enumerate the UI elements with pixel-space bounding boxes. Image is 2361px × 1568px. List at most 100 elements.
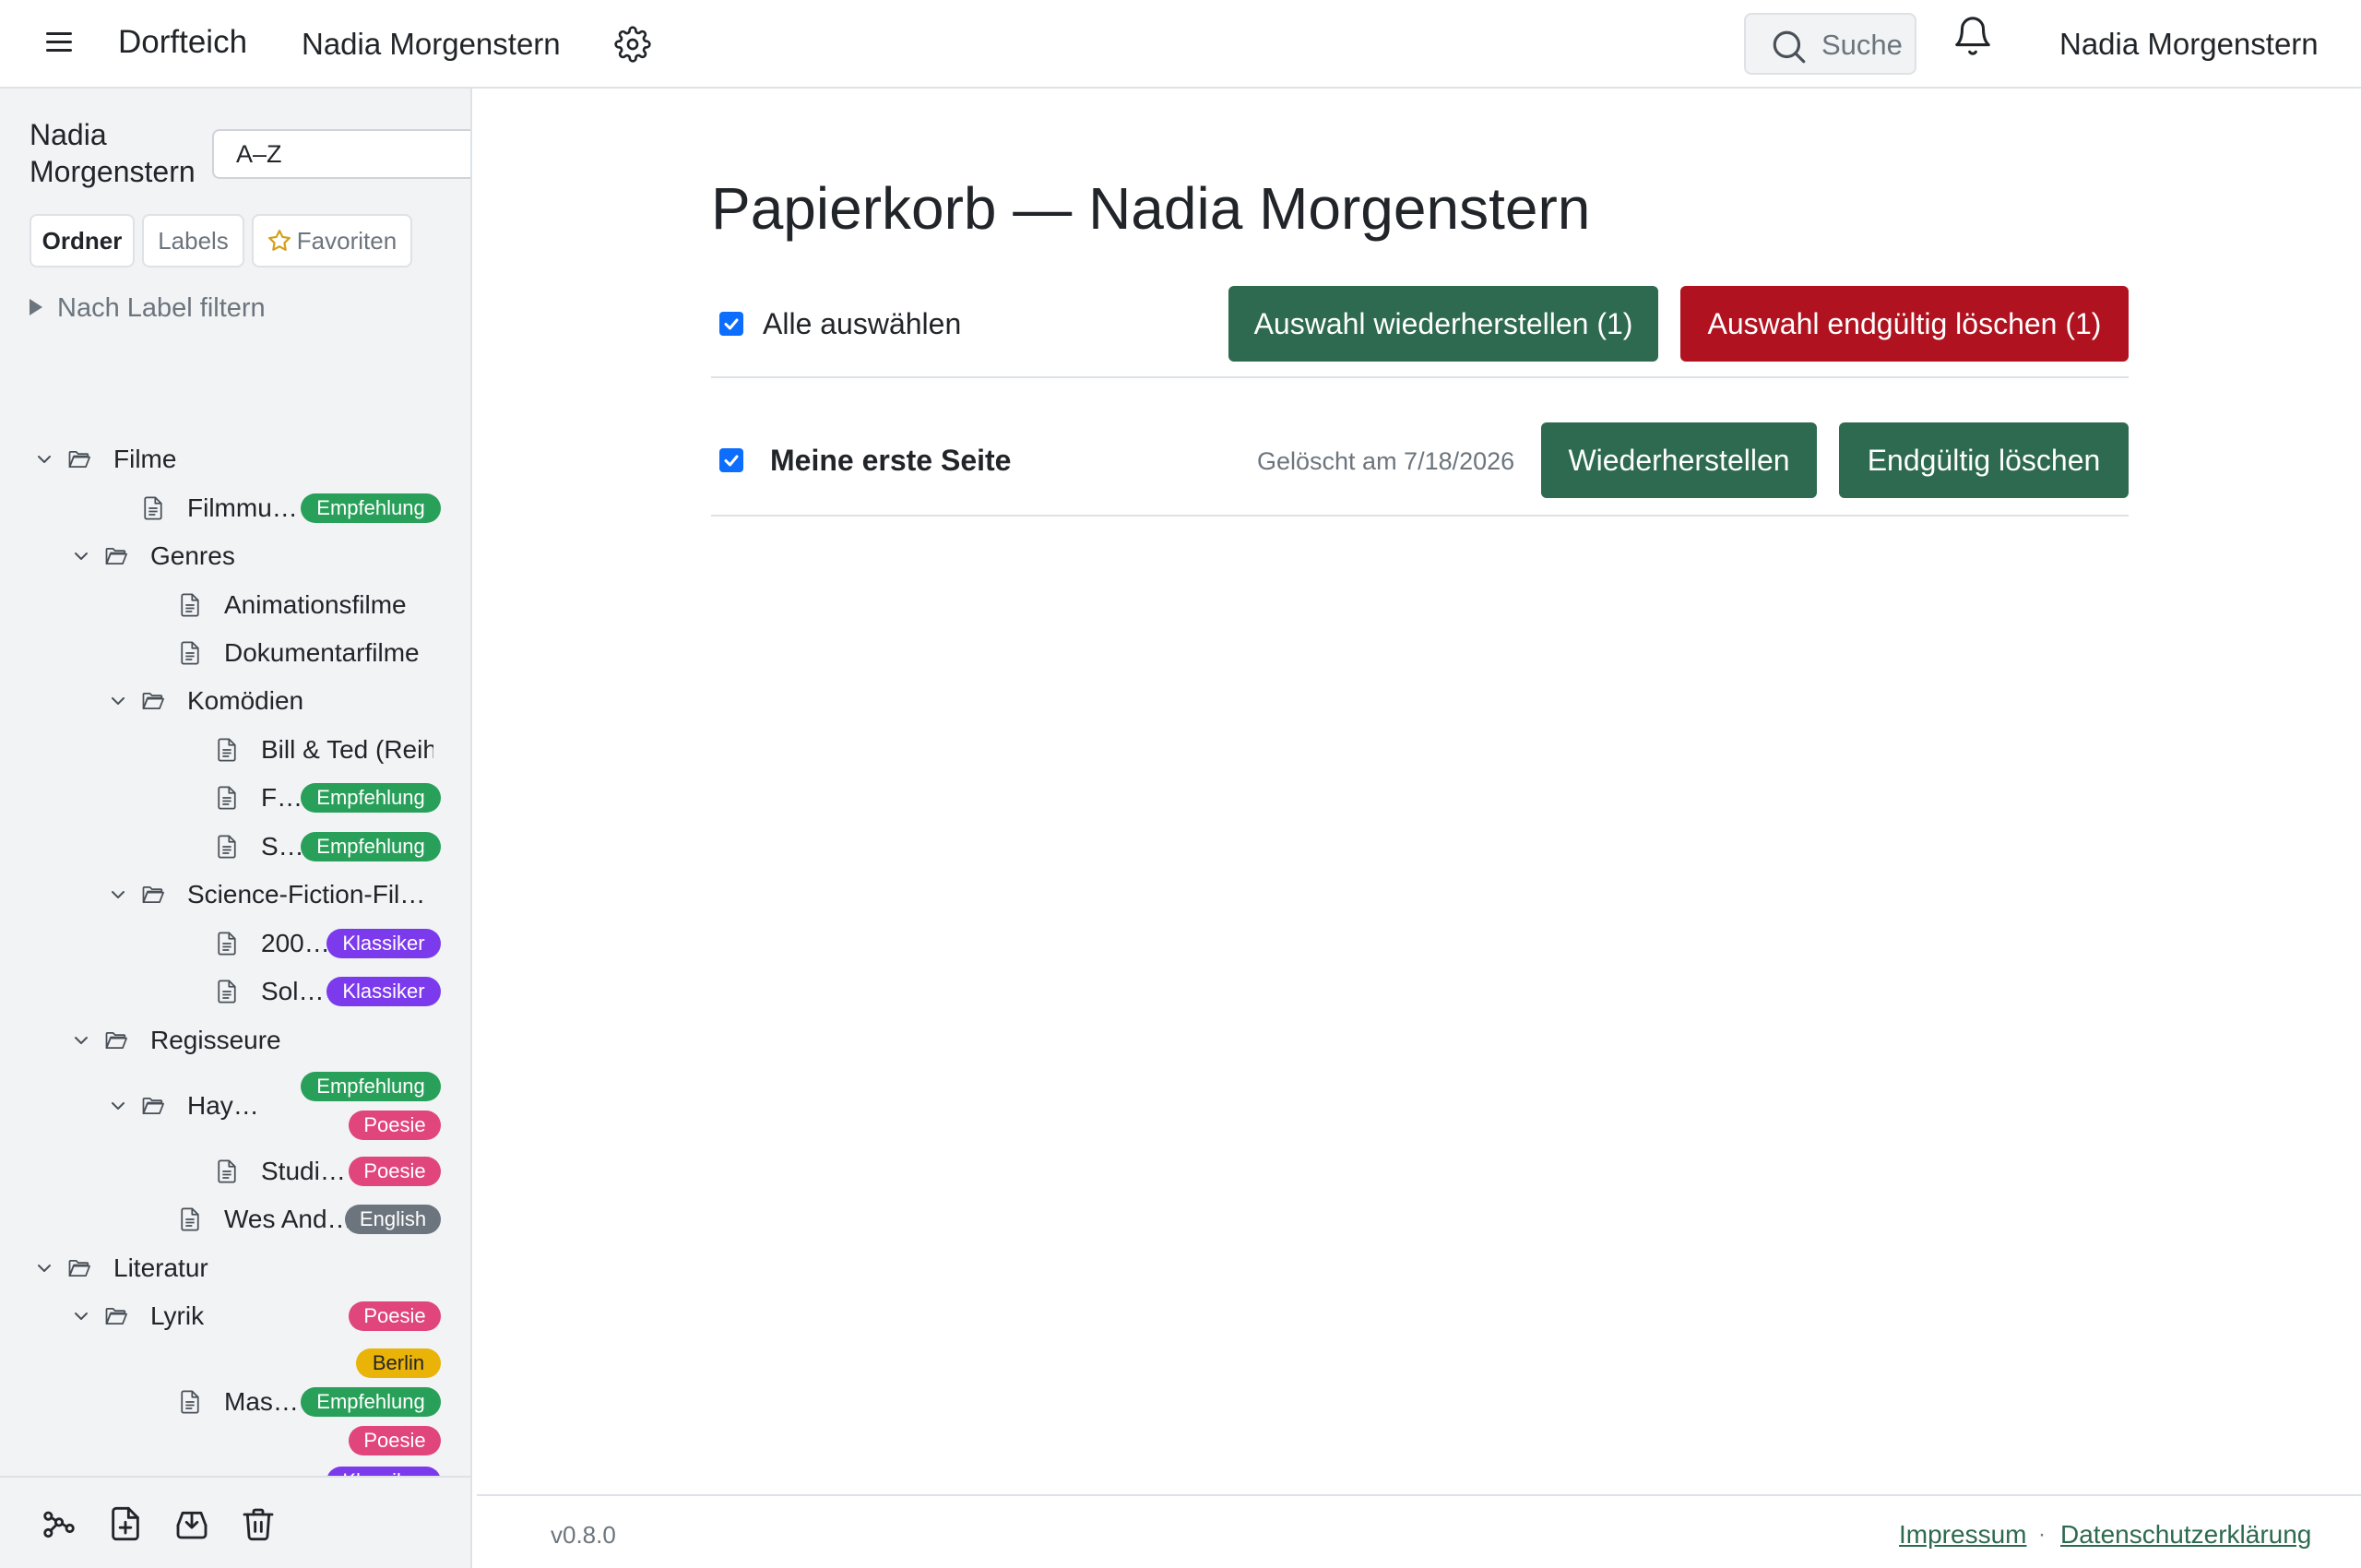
user-menu[interactable]: Nadia Morgenstern bbox=[2059, 24, 2319, 65]
imprint-link[interactable]: Impressum bbox=[1899, 1518, 2026, 1551]
page-icon bbox=[177, 592, 203, 618]
tree-folder[interactable]: Literatur bbox=[0, 1250, 461, 1287]
page-footer: v0.8.0 Impressum · Datenschutzerklärung bbox=[477, 1494, 2361, 1568]
tree-folder[interactable]: Genres bbox=[0, 538, 461, 575]
label-filter-toggle[interactable]: Nach Label filtern bbox=[30, 290, 266, 327]
tree-item-label: F… bbox=[261, 783, 303, 812]
select-all-checkbox[interactable] bbox=[719, 312, 743, 336]
space-name-link[interactable]: Nadia Morgenstern bbox=[302, 24, 561, 65]
page-icon bbox=[214, 1158, 240, 1184]
tab-ordner[interactable]: Ordner bbox=[30, 214, 135, 267]
graph-icon[interactable] bbox=[41, 1505, 77, 1542]
chevron-down-icon[interactable] bbox=[70, 1029, 92, 1051]
tree-folder[interactable]: Komödien bbox=[0, 683, 461, 719]
tree-item-label: Mas… bbox=[224, 1387, 299, 1416]
label-badge: English bbox=[345, 1205, 441, 1234]
folder-icon bbox=[140, 882, 166, 908]
tree-item-label: Hay… bbox=[187, 1091, 259, 1120]
folder-icon bbox=[66, 1255, 92, 1281]
sidebar: Nadia Morgenstern Ordner Labels Favorite… bbox=[0, 89, 472, 1568]
chevron-down-icon[interactable] bbox=[33, 448, 55, 470]
item-checkbox[interactable] bbox=[719, 448, 743, 472]
tree-folder[interactable]: Regisseure bbox=[0, 1022, 461, 1059]
tree-item-label: 200… bbox=[261, 929, 330, 957]
tree-item-label: Science-Fiction-Fil… bbox=[187, 880, 426, 909]
tab-favoriten[interactable]: Favoriten bbox=[252, 214, 412, 267]
tree-item-label: Komödien bbox=[187, 686, 304, 715]
import-icon[interactable] bbox=[173, 1505, 210, 1542]
tree-page[interactable]: Animationsfilme bbox=[0, 587, 461, 624]
restore-selected-button[interactable]: Auswahl wiederherstellen (1) bbox=[1228, 286, 1658, 362]
label-badge: Empfehlung bbox=[301, 493, 441, 523]
sidebar-footer bbox=[0, 1476, 470, 1568]
folder-icon bbox=[140, 688, 166, 714]
brand-link[interactable]: Dorfteich bbox=[118, 22, 247, 63]
tree-page[interactable]: S… Empfehlung bbox=[0, 828, 461, 865]
sort-select[interactable] bbox=[212, 129, 470, 179]
restore-button[interactable]: Wiederherstellen bbox=[1541, 422, 1817, 498]
tree-item-label: Wes And… bbox=[224, 1205, 353, 1233]
chevron-down-icon[interactable] bbox=[33, 1257, 55, 1279]
folder-icon bbox=[66, 446, 92, 472]
trash-item-title[interactable]: Meine erste Seite bbox=[770, 441, 1011, 480]
tree-item-label: S… bbox=[261, 832, 304, 861]
tab-favoriten-label: Favoriten bbox=[296, 227, 397, 255]
chevron-down-icon[interactable] bbox=[107, 884, 129, 906]
new-page-icon[interactable] bbox=[107, 1505, 144, 1542]
tree-folder[interactable]: Hay… Empfehlung Poesie bbox=[0, 1072, 461, 1140]
tree-page[interactable]: Mas… Berlin Empfehlung Poesie bbox=[0, 1348, 461, 1455]
tree-page[interactable]: Studi… Poesie bbox=[0, 1153, 461, 1190]
tree-item-label: Sol… bbox=[261, 977, 325, 1005]
delete-permanently-button[interactable]: Endgültig löschen bbox=[1839, 422, 2129, 498]
chevron-down-icon[interactable] bbox=[70, 1305, 92, 1327]
folder-icon bbox=[103, 1028, 129, 1053]
tree-page[interactable]: 200… Klassiker bbox=[0, 925, 461, 962]
page-icon bbox=[177, 640, 203, 666]
tree-item-label: Literatur bbox=[113, 1253, 208, 1282]
tree-page[interactable]: Bill & Ted (Reihe) bbox=[0, 731, 461, 768]
select-all-row: Alle auswählen Auswahl wiederherstellen … bbox=[711, 286, 2129, 378]
page-icon bbox=[214, 979, 240, 1004]
label-badge: Empfehlung bbox=[301, 783, 441, 813]
delete-selected-button[interactable]: Auswahl endgültig löschen (1) bbox=[1680, 286, 2129, 362]
tree-item-label: Studi… bbox=[261, 1157, 346, 1185]
chevron-down-icon[interactable] bbox=[107, 690, 129, 712]
top-navbar: Dorfteich Nadia Morgenstern Suche Nadia … bbox=[0, 0, 2361, 89]
notifications-bell-icon[interactable] bbox=[1952, 13, 1994, 59]
page-icon bbox=[214, 834, 240, 860]
caret-right-icon bbox=[30, 299, 42, 315]
folder-icon bbox=[103, 543, 129, 569]
label-filter-text: Nach Label filtern bbox=[57, 293, 266, 323]
page-icon bbox=[214, 785, 240, 811]
page-icon bbox=[177, 1206, 203, 1232]
chevron-down-icon[interactable] bbox=[70, 545, 92, 567]
chevron-down-icon[interactable] bbox=[107, 1095, 129, 1117]
label-badge: Empfehlung bbox=[301, 1387, 441, 1417]
label-badge: Empfehlung bbox=[301, 1072, 441, 1101]
label-badge: Klassiker bbox=[326, 929, 441, 958]
folder-icon bbox=[103, 1303, 129, 1329]
tree-item-label: Filme bbox=[113, 445, 177, 473]
select-all-label[interactable]: Alle auswählen bbox=[763, 304, 961, 343]
tab-labels[interactable]: Labels bbox=[142, 214, 244, 267]
tree-page[interactable]: Sol… Klassiker bbox=[0, 973, 461, 1010]
tree-page[interactable]: Dokumentarfilme bbox=[0, 635, 461, 671]
privacy-link[interactable]: Datenschutzerklärung bbox=[2060, 1518, 2311, 1551]
tree-page[interactable]: F… Empfehlung bbox=[0, 779, 461, 816]
trash-icon[interactable] bbox=[240, 1505, 277, 1542]
tree-item-label: Dokumentarfilme bbox=[224, 638, 420, 667]
page-icon bbox=[214, 737, 240, 763]
tree-item-label: Bill & Ted (Reihe) bbox=[261, 735, 433, 764]
tree-item-label: Animationsfilme bbox=[224, 590, 407, 619]
tree-folder[interactable]: Filme bbox=[0, 441, 461, 478]
tree-page[interactable]: Wes And… English bbox=[0, 1201, 461, 1238]
settings-gear-icon[interactable] bbox=[614, 26, 651, 63]
label-badge: Empfehlung bbox=[301, 832, 441, 861]
search-icon bbox=[1773, 30, 1806, 64]
menu-toggle-icon[interactable] bbox=[44, 30, 74, 55]
tree-page[interactable]: Filmmu… Empfehlung bbox=[0, 490, 461, 527]
page-title: Papierkorb — Nadia Morgenstern bbox=[711, 175, 1591, 242]
search-button[interactable]: Suche bbox=[1744, 13, 1916, 75]
tree-folder[interactable]: Science-Fiction-Fil… bbox=[0, 876, 461, 913]
tree-folder[interactable]: Lyrik Poesie bbox=[0, 1298, 461, 1335]
